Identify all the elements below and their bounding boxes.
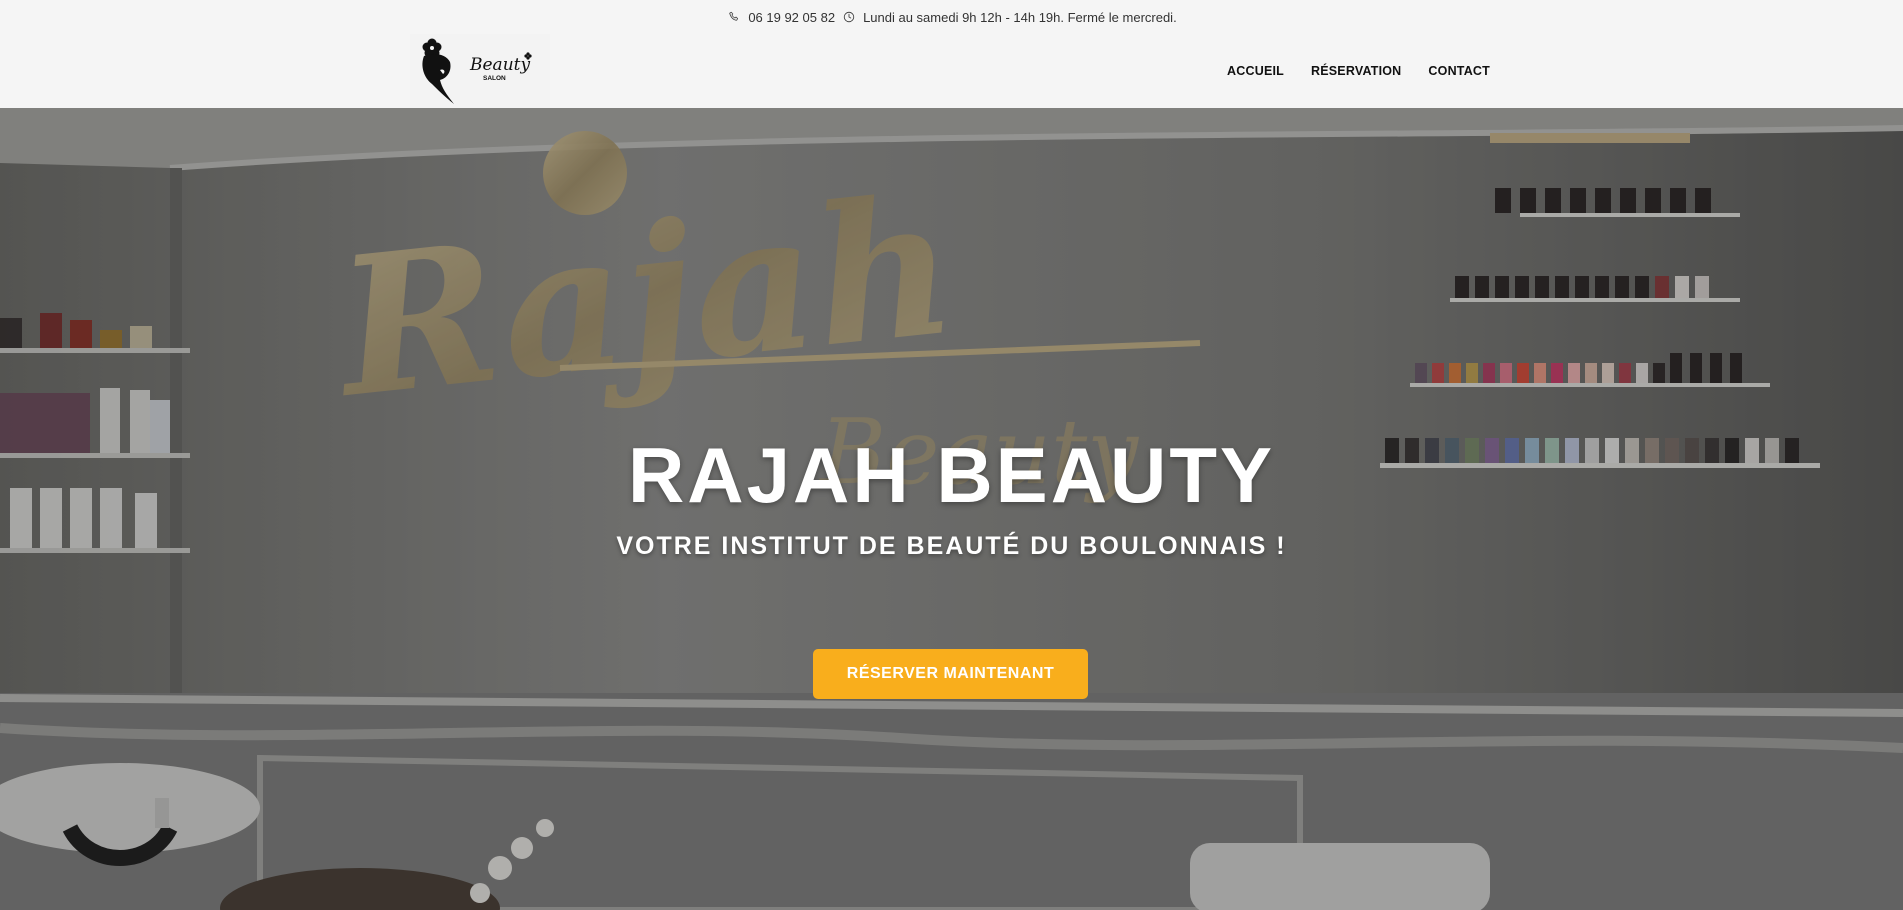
clock-icon [841, 9, 857, 25]
hero-title: RAJAH BEAUTY [627, 431, 1276, 519]
phone-number[interactable]: 06 19 92 05 82 [748, 10, 835, 25]
nav-reservation[interactable]: RÉSERVATION [1311, 64, 1401, 78]
nav-contact[interactable]: CONTACT [1428, 64, 1490, 78]
main-nav: ACCUEIL RÉSERVATION CONTACT [1227, 34, 1490, 108]
logo-wordmark: Beauty [469, 55, 530, 75]
nav-accueil[interactable]: ACCUEIL [1227, 64, 1284, 78]
site-header: Beauty SALON ACCUEIL RÉSERVATION CONTACT [0, 34, 1903, 108]
reserve-now-button[interactable]: RÉSERVER MAINTENANT [813, 649, 1088, 699]
hero-section: Rajah Beauty RAJAH BEAUTY VOTRE INSTITUT… [0, 108, 1903, 910]
opening-hours: Lundi au samedi 9h 12h - 14h 19h. Fermé … [863, 9, 1177, 25]
phone-icon [726, 9, 742, 25]
logo-subtext: SALON [483, 75, 506, 82]
site-logo[interactable]: Beauty SALON [410, 34, 550, 108]
top-info-bar: 06 19 92 05 82 Lundi au samedi 9h 12h - … [0, 0, 1903, 34]
hero-subtitle: VOTRE INSTITUT DE BEAUTÉ DU BOULONNAIS ! [616, 532, 1287, 560]
